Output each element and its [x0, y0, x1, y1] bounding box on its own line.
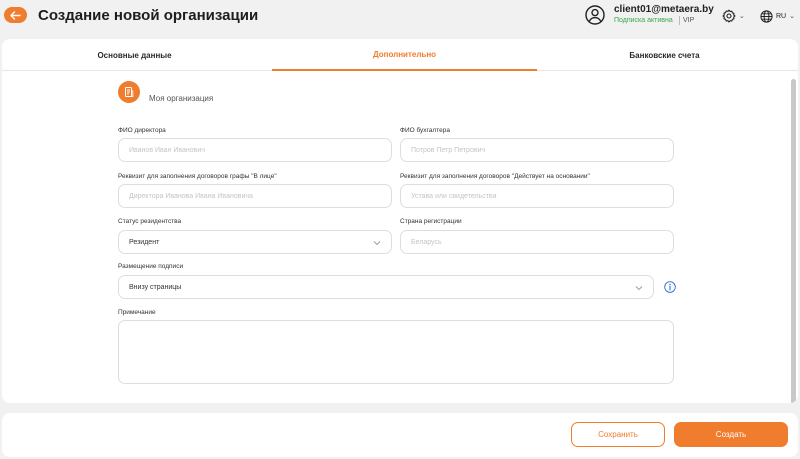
in-person-label: Реквизит для заполнения договоров графы … — [118, 173, 277, 180]
accountant-label: ФИО бухгалтера — [400, 127, 450, 134]
chevron-down-icon — [373, 241, 381, 246]
tab-bank-accounts[interactable]: Банковские счета — [532, 39, 797, 71]
page-title: Создание новой организации — [38, 7, 259, 24]
signature-label: Размещение подписи — [118, 263, 184, 270]
note-textarea[interactable] — [118, 320, 674, 384]
signature-select[interactable]: Внизу страницы — [118, 275, 654, 299]
director-label: ФИО директора — [118, 127, 166, 134]
accountant-field[interactable] — [400, 138, 674, 162]
form-card: Основные данные Дополнительно Банковские… — [2, 39, 798, 403]
globe-icon — [760, 9, 773, 23]
scrollbar[interactable] — [791, 79, 796, 403]
tab-bar: Основные данные Дополнительно Банковские… — [2, 39, 798, 71]
arrow-left-icon — [10, 10, 21, 20]
settings-menu[interactable]: ⌄ — [722, 8, 745, 24]
user-email[interactable]: client01@metaera.by — [614, 4, 714, 15]
chevron-down-icon — [635, 286, 643, 291]
gear-icon — [722, 9, 736, 23]
subscription-divider — [679, 16, 680, 25]
language-selector[interactable]: RU ⌄ — [760, 8, 795, 24]
save-button[interactable]: Сохранить — [571, 422, 665, 447]
page-header: Создание новой организации client01@meta… — [0, 0, 800, 34]
acting-basis-field[interactable] — [400, 184, 674, 208]
residency-label: Статус резидентства — [118, 218, 182, 225]
organization-avatar — [118, 81, 140, 103]
country-label: Страна регистрации — [400, 218, 462, 225]
subscription-status: Подписка активна — [614, 17, 673, 24]
back-button[interactable] — [4, 7, 27, 23]
user-account-icon[interactable] — [585, 5, 605, 25]
footer-bar: Сохранить Создать — [2, 413, 798, 457]
country-field[interactable] — [400, 230, 674, 254]
note-label: Примечание — [118, 309, 156, 316]
residency-value: Резидент — [129, 238, 160, 246]
acting-basis-label: Реквизит для заполнения договоров "Дейст… — [400, 173, 590, 180]
director-field[interactable] — [118, 138, 392, 162]
building-document-icon — [125, 87, 134, 97]
chevron-down-icon: ⌄ — [789, 13, 795, 20]
tab-main-data[interactable]: Основные данные — [2, 39, 267, 71]
tab-additional[interactable]: Дополнительно — [272, 39, 537, 71]
create-button[interactable]: Создать — [674, 422, 788, 447]
signature-value: Внизу страницы — [129, 283, 182, 291]
info-icon[interactable] — [664, 281, 676, 293]
residency-select[interactable]: Резидент — [118, 230, 392, 254]
chevron-down-icon: ⌄ — [739, 13, 745, 20]
in-person-field[interactable] — [118, 184, 392, 208]
subscription-plan: VIP — [683, 17, 695, 24]
organization-name: Моя организация — [149, 94, 214, 103]
language-code: RU — [776, 12, 787, 20]
